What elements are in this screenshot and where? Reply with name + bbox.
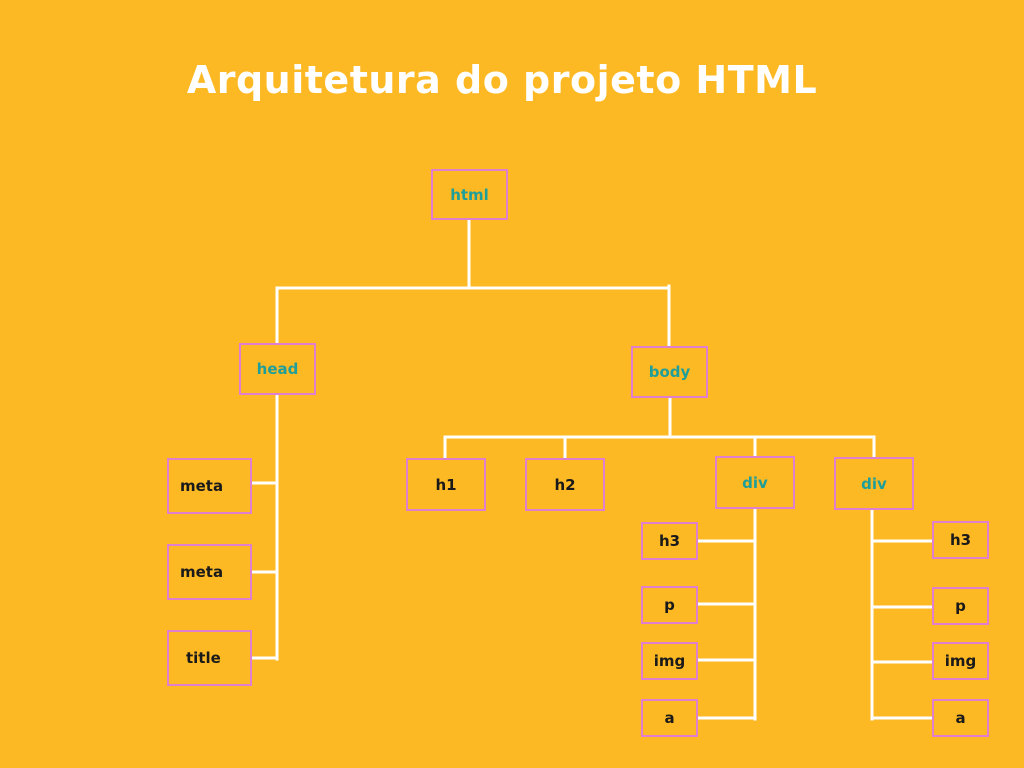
node-meta-2: meta [167,544,252,600]
node-h1: h1 [406,458,486,511]
node-head: head [239,343,316,395]
node-meta-1: meta [167,458,252,514]
node-div-1: div [715,456,795,509]
node-div2-h3: h3 [932,521,989,559]
node-title: title [167,630,252,686]
node-div1-h3: h3 [641,522,698,560]
node-div2-a: a [932,699,989,737]
connector-div1 [695,506,757,721]
node-div-2: div [834,457,914,510]
node-div2-img: img [932,642,989,680]
connector-html [275,217,671,349]
node-body: body [631,346,708,398]
connector-head [249,393,279,661]
node-h2: h2 [525,458,605,511]
node-div2-p: p [932,587,989,625]
node-div1-p: p [641,586,698,624]
tree-connectors [249,217,934,721]
connector-div2 [870,508,934,721]
node-div1-img: img [641,642,698,680]
node-div1-a: a [641,699,698,737]
connector-body [443,395,876,461]
node-html: html [431,169,508,220]
